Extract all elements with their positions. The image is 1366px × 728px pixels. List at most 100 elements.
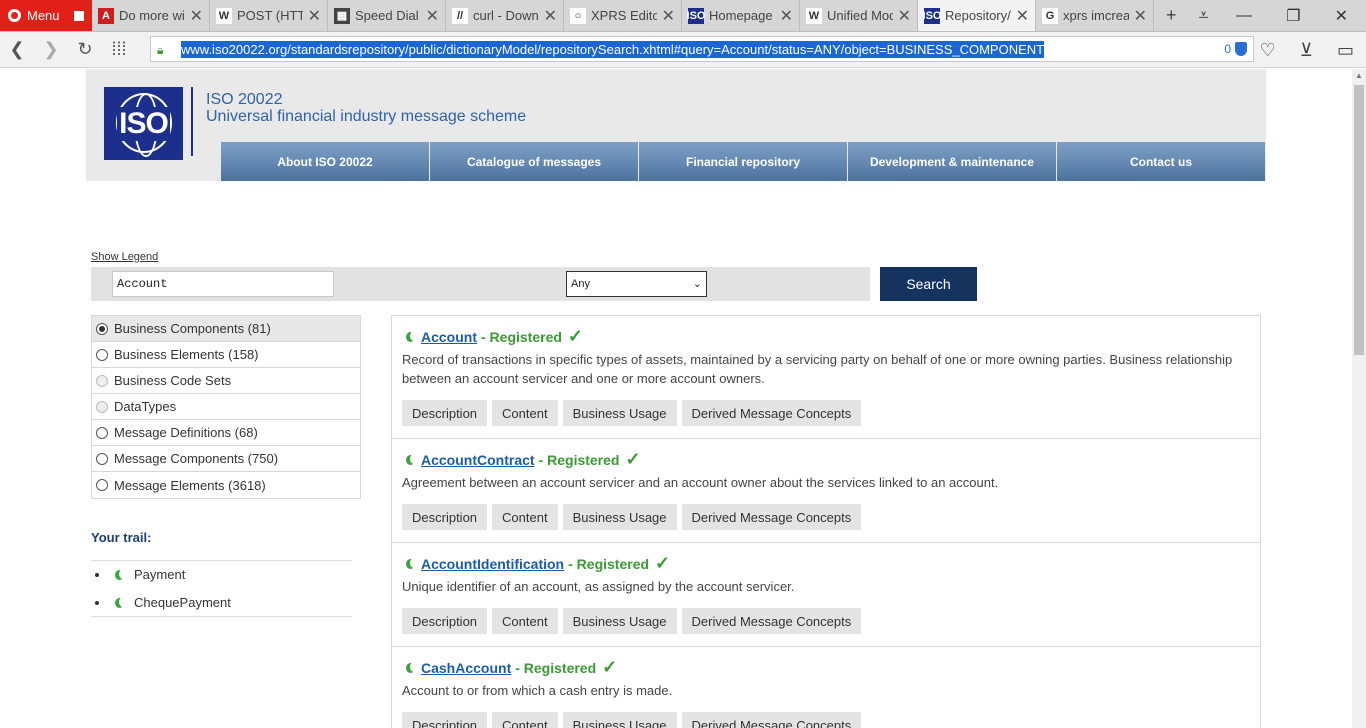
speed-dial-icon[interactable]: ⁞⁞⁞ (102, 39, 136, 60)
result-header: AccountIdentification - Registered ✓ (402, 553, 1250, 574)
result-status: - Registered (515, 659, 597, 676)
browser-tab[interactable]: ISO Repository/ ✕ (918, 0, 1036, 31)
nav-item[interactable]: Catalogue of messages (430, 142, 639, 181)
radio-button[interactable] (96, 426, 108, 439)
browser-tab[interactable]: W Unified Mod ✕ (800, 0, 918, 31)
result-name-link[interactable]: CashAccount (421, 660, 511, 676)
tab-title: xprs imcreat (1063, 8, 1129, 23)
restore-icon[interactable]: ❐ (1286, 6, 1300, 26)
radio-button (96, 374, 108, 387)
opera-menu-button[interactable]: Menu (0, 0, 92, 31)
ad-block-indicator[interactable]: 0 (1224, 42, 1253, 56)
browser-tab[interactable]: A Do more wit ✕ (92, 0, 210, 31)
close-tab-icon[interactable]: ✕ (898, 6, 911, 26)
close-window-icon[interactable]: ✕ (1335, 6, 1348, 26)
browser-tab[interactable]: // curl - Downl ✕ (446, 0, 564, 31)
result-action-button[interactable]: Content (492, 400, 558, 426)
tab-menu-icon[interactable]: ⩡ (1199, 5, 1209, 26)
close-tab-icon[interactable]: ✕ (308, 6, 321, 26)
check-icon: ✓ (655, 553, 671, 573)
result-action-button[interactable]: Derived Message Concepts (681, 608, 862, 634)
tab-actions: + ⩡ (1154, 0, 1209, 31)
result-description: Agreement between an account servicer an… (402, 475, 999, 490)
search-button[interactable]: Search (880, 267, 977, 301)
browser-tab[interactable]: ISO Homepage | ✕ (682, 0, 800, 31)
result-action-button[interactable]: Business Usage (562, 712, 677, 728)
radio-button[interactable] (96, 452, 108, 465)
flow-icon[interactable] (73, 10, 84, 21)
status-select[interactable]: Any ⌄ (566, 271, 707, 297)
browser-tab[interactable]: ▦ Speed Dial ✕ (328, 0, 446, 31)
browser-tab[interactable]: ○ XPRS Editor ✕ (564, 0, 682, 31)
result-action-button[interactable]: Description (402, 712, 488, 728)
browser-tab[interactable]: W POST (HTTP ✕ (210, 0, 328, 31)
filter-option[interactable]: Message Elements (3618) (92, 472, 360, 498)
tab-title: Repository/ (945, 8, 1011, 23)
trail-item-label[interactable]: ChequePayment (134, 595, 231, 610)
trail-item-label[interactable]: Payment (134, 567, 185, 582)
result-action-button[interactable]: Description (402, 608, 488, 634)
scroll-thumb[interactable] (1354, 85, 1364, 355)
trail-title: Your trail: (91, 530, 152, 545)
filter-option[interactable]: Message Definitions (68) (92, 420, 360, 446)
filter-option[interactable]: Business Elements (158) (92, 342, 360, 368)
browser-tab[interactable]: Gxprs imcreat ✕ (1036, 0, 1154, 31)
result-name-link[interactable]: Account (421, 329, 477, 345)
search-bar: Account Any ⌄ (91, 267, 870, 301)
trail-item[interactable]: Payment (91, 561, 352, 589)
result-action-button[interactable]: Business Usage (562, 608, 677, 634)
close-tab-icon[interactable]: ✕ (780, 6, 793, 26)
result-name-link[interactable]: AccountContract (421, 452, 535, 468)
radio-button[interactable] (96, 479, 108, 491)
close-tab-icon[interactable]: ✕ (544, 6, 557, 26)
filter-option[interactable]: Message Components (750) (92, 446, 360, 472)
result-action-button[interactable]: Derived Message Concepts (681, 504, 862, 530)
close-tab-icon[interactable]: ✕ (426, 6, 439, 26)
trail-item[interactable]: ChequePayment (91, 589, 352, 617)
filter-label: DataTypes (114, 399, 177, 414)
close-tab-icon[interactable]: ✕ (1016, 6, 1029, 26)
new-tab-icon[interactable]: + (1166, 5, 1177, 26)
page-scrollbar[interactable]: ▲ (1352, 69, 1366, 728)
lock-icon[interactable]: 🔒︎ (157, 43, 169, 57)
nav-item[interactable]: Development & maintenance (848, 142, 1057, 181)
result-action-button[interactable]: Content (492, 608, 558, 634)
filter-option[interactable]: Business Components (81) (92, 316, 360, 342)
tab-favicon-icon: ISO (686, 7, 706, 24)
battery-icon[interactable]: ▭ (1337, 40, 1354, 61)
scroll-up-icon[interactable]: ▲ (1352, 71, 1366, 85)
result-action-button[interactable]: Description (402, 504, 488, 530)
reload-icon[interactable]: ↻ (68, 39, 102, 60)
result-item: Account - Registered ✓ Record of transactio… (392, 316, 1260, 439)
nav-item[interactable]: Financial repository (639, 142, 848, 181)
show-legend-link[interactable]: Show Legend (91, 251, 158, 263)
close-tab-icon[interactable]: ✕ (662, 6, 675, 26)
iso-logo[interactable]: ISO (104, 87, 183, 160)
result-action-button[interactable]: Derived Message Concepts (681, 712, 862, 728)
radio-button[interactable] (96, 322, 108, 335)
result-description: Account to or from which a cash entry is… (402, 683, 673, 698)
result-action-button[interactable]: Content (492, 712, 558, 728)
search-input[interactable]: Account (112, 271, 334, 297)
radio-button[interactable] (96, 348, 108, 361)
download-icon[interactable]: ⊻ (1300, 40, 1313, 61)
nav-item[interactable]: Contact us (1057, 142, 1266, 181)
result-action-button[interactable]: Content (492, 504, 558, 530)
object-type-filters: Business Components (81) Business Element… (91, 315, 361, 499)
result-action-button[interactable]: Business Usage (562, 400, 677, 426)
minimize-icon[interactable]: — (1236, 7, 1252, 25)
back-icon[interactable]: ❮ (0, 39, 34, 60)
result-action-button[interactable]: Business Usage (562, 504, 677, 530)
close-tab-icon[interactable]: ✕ (1134, 6, 1147, 26)
result-action-button[interactable]: Derived Message Concepts (681, 400, 862, 426)
url-text[interactable]: www.iso20022.org/standardsrepository/pub… (181, 40, 1045, 58)
result-name-link[interactable]: AccountIdentification (421, 556, 564, 572)
result-action-button[interactable]: Description (402, 400, 488, 426)
result-item: CashAccount - Registered ✓ Account to or fr… (392, 647, 1260, 728)
heart-icon[interactable]: ♡ (1260, 40, 1276, 61)
url-field[interactable]: 🔒︎ www.iso20022.org/standardsrepository/… (150, 36, 1254, 62)
close-tab-icon[interactable]: ✕ (190, 6, 203, 26)
forward-icon[interactable]: ❯ (34, 39, 68, 60)
nav-item[interactable]: About ISO 20022 (221, 142, 430, 181)
result-actions: Description Content Business Usage Derived … (402, 504, 1250, 530)
